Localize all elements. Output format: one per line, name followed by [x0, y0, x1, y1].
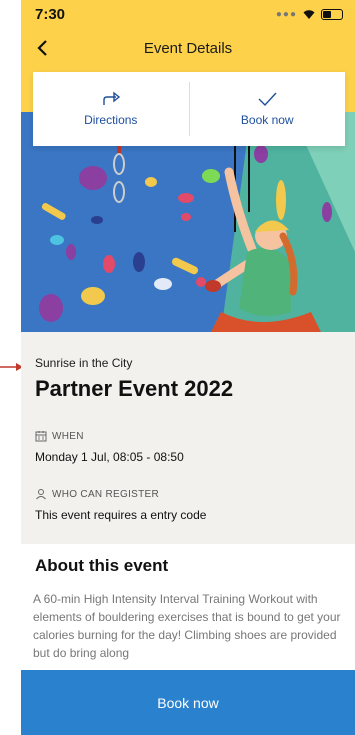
signal-dots-icon: ●●● [275, 8, 297, 20]
directions-label: Directions [84, 113, 138, 127]
calendar-icon [35, 431, 47, 442]
phone-screen: 7:30 ●●● Event Details Directions Book n… [21, 0, 355, 735]
directions-icon [103, 91, 120, 105]
status-bar: 7:30 ●●● [21, 0, 355, 32]
book-now-button[interactable]: Book now [21, 670, 355, 735]
header-bar: 7:30 ●●● Event Details Directions Book n… [21, 0, 355, 146]
battery-icon [321, 8, 343, 20]
when-value: Monday 1 Jul, 08:05 - 08:50 [35, 450, 184, 464]
wifi-icon [303, 10, 315, 19]
when-label-row: WHEN [35, 430, 84, 442]
about-heading: About this event [35, 556, 169, 575]
event-organizer: Sunrise in the City [35, 356, 133, 370]
checkmark-icon [258, 92, 277, 107]
person-icon [36, 489, 46, 500]
action-card: Directions Book now [33, 72, 345, 146]
event-title: Partner Event 2022 [35, 376, 234, 401]
when-label: WHEN [52, 430, 84, 442]
directions-button[interactable]: Directions [33, 72, 189, 146]
book-now-card-label: Book now [240, 113, 294, 127]
page-title: Event Details [143, 40, 233, 57]
who-label: WHO CAN REGISTER [52, 488, 160, 500]
about-body: A 60-min High Intensity Interval Trainin… [33, 592, 341, 660]
status-icons: ●●● [276, 8, 343, 20]
book-now-card-button[interactable]: Book now [190, 72, 346, 146]
status-time: 7:30 [35, 6, 66, 23]
event-info-section: Sunrise in the City Partner Event 2022 W… [21, 332, 355, 544]
who-value: This event requires a entry code [35, 508, 207, 522]
who-label-row: WHO CAN REGISTER [35, 488, 159, 500]
